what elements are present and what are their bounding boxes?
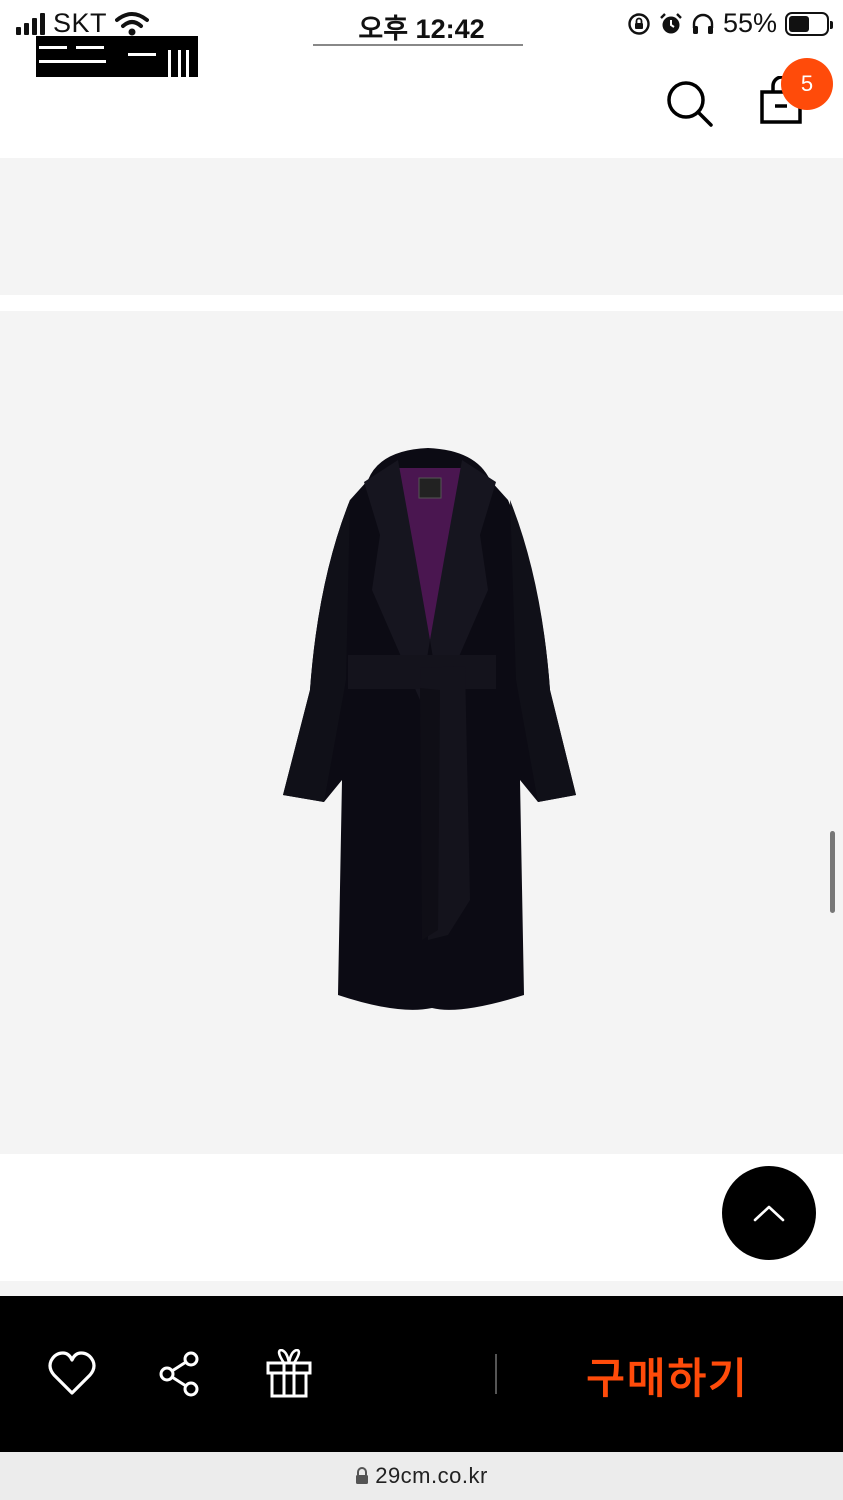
cart-count-badge: 5 [781,58,833,110]
battery-percent: 55% [722,8,777,38]
product-image-coat[interactable] [280,440,580,1020]
action-bar-divider [495,1354,497,1394]
heart-icon[interactable] [47,1349,97,1399]
buy-button[interactable]: 구매하기 [560,1340,775,1410]
content-divider [0,1281,843,1296]
headphones-icon [692,13,714,34]
scrollbar-thumb[interactable] [830,831,835,913]
search-icon[interactable] [664,78,714,128]
share-icon[interactable] [155,1349,205,1399]
url-text: 29cm.co.kr [375,1463,488,1488]
gift-icon[interactable] [264,1349,314,1399]
content-placeholder-top [0,158,843,295]
status-right: 55% [627,8,833,39]
chevron-up-icon [753,1205,785,1222]
browser-url-bar[interactable]: 29cm.co.kr [0,1452,843,1500]
content-spacer [0,1154,843,1281]
rotation-lock-icon [628,12,650,35]
brand-logo[interactable] [36,36,198,77]
lock-icon [356,1467,369,1484]
alarm-icon [660,12,682,33]
battery-icon [785,11,833,36]
scroll-to-top-button[interactable] [722,1166,816,1260]
